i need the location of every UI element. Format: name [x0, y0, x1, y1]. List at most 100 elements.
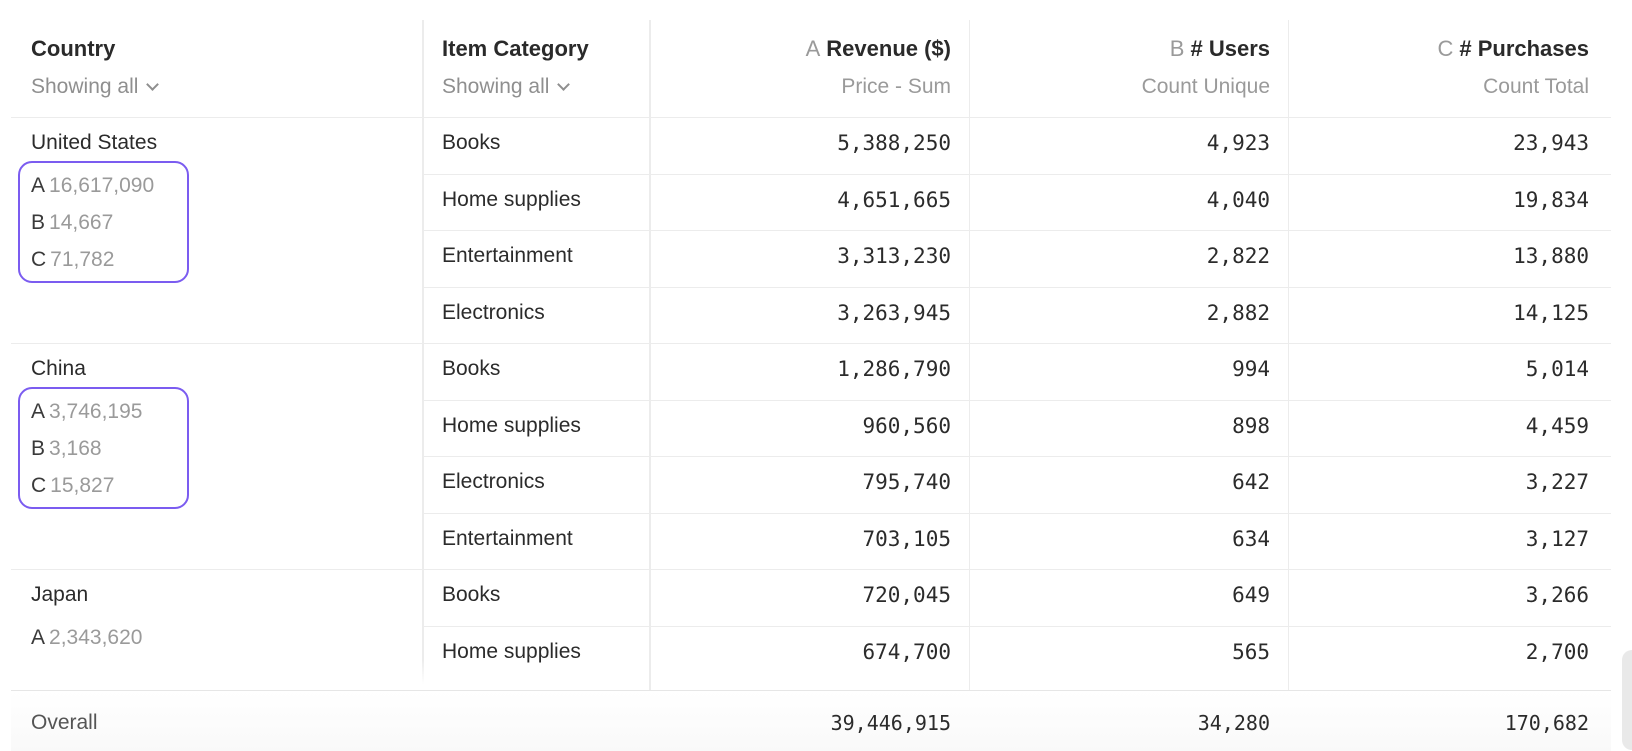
revenue-cell: 3,313,230: [837, 244, 951, 268]
category-cell: Books: [442, 583, 501, 606]
users-cell: 898: [1232, 413, 1270, 438]
country-total-b: B 3,168: [31, 437, 102, 461]
country-filter-label: Showing all: [31, 75, 139, 98]
metric-title: # Purchases: [1459, 36, 1589, 61]
row-divider: [422, 286, 1611, 288]
column-divider: [422, 20, 424, 690]
row-divider: [422, 625, 1611, 627]
row-divider: [422, 173, 1611, 175]
category-cell: Books: [442, 131, 501, 154]
revenue-cell: 4,651,665: [837, 187, 951, 212]
revenue-cell: 674,700: [862, 639, 951, 664]
country-column-header[interactable]: Country: [31, 36, 115, 62]
revenue-cell: 3,263,945: [837, 300, 951, 325]
category-cell: Books: [442, 357, 501, 380]
purchases-column-header[interactable]: C # Purchases: [1437, 36, 1589, 62]
scrollbar-handle[interactable]: [1622, 650, 1632, 750]
chevron-down-icon: [557, 78, 571, 91]
metric-total: 3,746,195: [49, 400, 143, 423]
metric-letter: C: [1437, 36, 1454, 61]
overall-label: Overall: [31, 711, 98, 734]
users-cell: 4,040: [1206, 187, 1270, 212]
country-total-a: A 2,343,620: [31, 626, 142, 650]
column-divider: [969, 20, 970, 690]
category-cell: Electronics: [442, 470, 545, 493]
metric-key: C: [31, 248, 47, 271]
users-column-header[interactable]: B # Users: [1170, 36, 1270, 62]
users-cell: 565: [1232, 639, 1270, 664]
column-divider: [1288, 20, 1289, 690]
metric-total: 15,827: [50, 474, 115, 497]
country-total-a: A 16,617,090: [31, 174, 154, 198]
row-divider: [422, 456, 1611, 457]
purchases-cell: 3,227: [1525, 470, 1589, 494]
country-label: China: [31, 357, 86, 380]
row-divider: [422, 230, 1611, 231]
revenue-column-header[interactable]: A Revenue ($): [806, 36, 951, 62]
country-label: Japan: [31, 583, 89, 606]
category-cell: Home supplies: [442, 413, 581, 437]
purchases-cell: 14,125: [1513, 300, 1589, 325]
metric-key: A: [31, 626, 46, 649]
category-cell: Home supplies: [442, 639, 581, 663]
users-cell: 649: [1232, 583, 1270, 607]
users-cell: 634: [1232, 526, 1270, 551]
scroll-fade: [11, 660, 431, 690]
metric-key: B: [31, 437, 46, 460]
group-divider: [11, 343, 1611, 344]
country-filter-dropdown[interactable]: Showing all: [31, 75, 160, 99]
users-cell: 642: [1232, 470, 1270, 494]
users-aggregation: Count Unique: [1141, 75, 1270, 98]
metric-title: Revenue ($): [826, 36, 951, 61]
metric-total: 71,782: [50, 248, 115, 271]
breakdown-table: Country Showing all Item Category Showin…: [11, 0, 1611, 751]
purchases-cell: 5,014: [1525, 357, 1589, 381]
purchases-cell: 4,459: [1525, 413, 1589, 438]
category-filter-label: Showing all: [442, 75, 550, 98]
group-divider: [11, 569, 1611, 570]
category-cell: Home supplies: [442, 187, 581, 211]
column-divider: [649, 20, 651, 690]
revenue-cell: 5,388,250: [837, 131, 951, 155]
metric-title: # Users: [1190, 36, 1270, 61]
category-filter-dropdown[interactable]: Showing all: [442, 75, 571, 99]
purchases-cell: 3,127: [1525, 526, 1589, 551]
revenue-aggregation: Price - Sum: [841, 75, 951, 98]
row-divider: [422, 512, 1611, 514]
metric-total: 2,343,620: [49, 626, 143, 649]
users-cell: 4,923: [1206, 131, 1270, 155]
users-cell: 994: [1232, 357, 1270, 381]
revenue-cell: 703,105: [862, 526, 951, 551]
country-total-c: C 15,827: [31, 474, 114, 498]
category-cell: Entertainment: [442, 244, 573, 267]
country-total-c: C 71,782: [31, 248, 114, 272]
purchases-cell: 19,834: [1513, 187, 1589, 212]
country-total-a: A 3,746,195: [31, 400, 142, 424]
purchases-cell: 2,700: [1525, 639, 1589, 664]
metric-key: A: [31, 174, 46, 197]
revenue-cell: 720,045: [862, 583, 951, 607]
metric-key: A: [31, 400, 46, 423]
country-label: United States: [31, 131, 158, 154]
overall-purchases: 170,682: [1504, 711, 1589, 735]
purchases-cell: 3,266: [1525, 583, 1589, 607]
metric-key: B: [31, 211, 46, 234]
country-total-b: B 14,667: [31, 211, 113, 235]
purchases-cell: 23,943: [1513, 131, 1589, 155]
revenue-cell: 1,286,790: [837, 357, 951, 381]
metric-key: C: [31, 474, 47, 497]
chevron-down-icon: [146, 78, 160, 91]
purchases-cell: 13,880: [1513, 244, 1589, 268]
category-column-header[interactable]: Item Category: [442, 36, 589, 62]
metric-total: 3,168: [49, 437, 102, 460]
overall-revenue: 39,446,915: [830, 711, 951, 735]
users-cell: 2,882: [1206, 300, 1270, 325]
metric-total: 16,617,090: [49, 174, 155, 197]
metric-letter: B: [1169, 36, 1185, 61]
revenue-cell: 795,740: [862, 470, 951, 494]
row-divider: [422, 399, 1611, 401]
revenue-cell: 960,560: [862, 413, 951, 438]
category-cell: Entertainment: [442, 526, 573, 550]
metric-total: 14,667: [49, 211, 114, 234]
header-divider: [11, 117, 1611, 118]
